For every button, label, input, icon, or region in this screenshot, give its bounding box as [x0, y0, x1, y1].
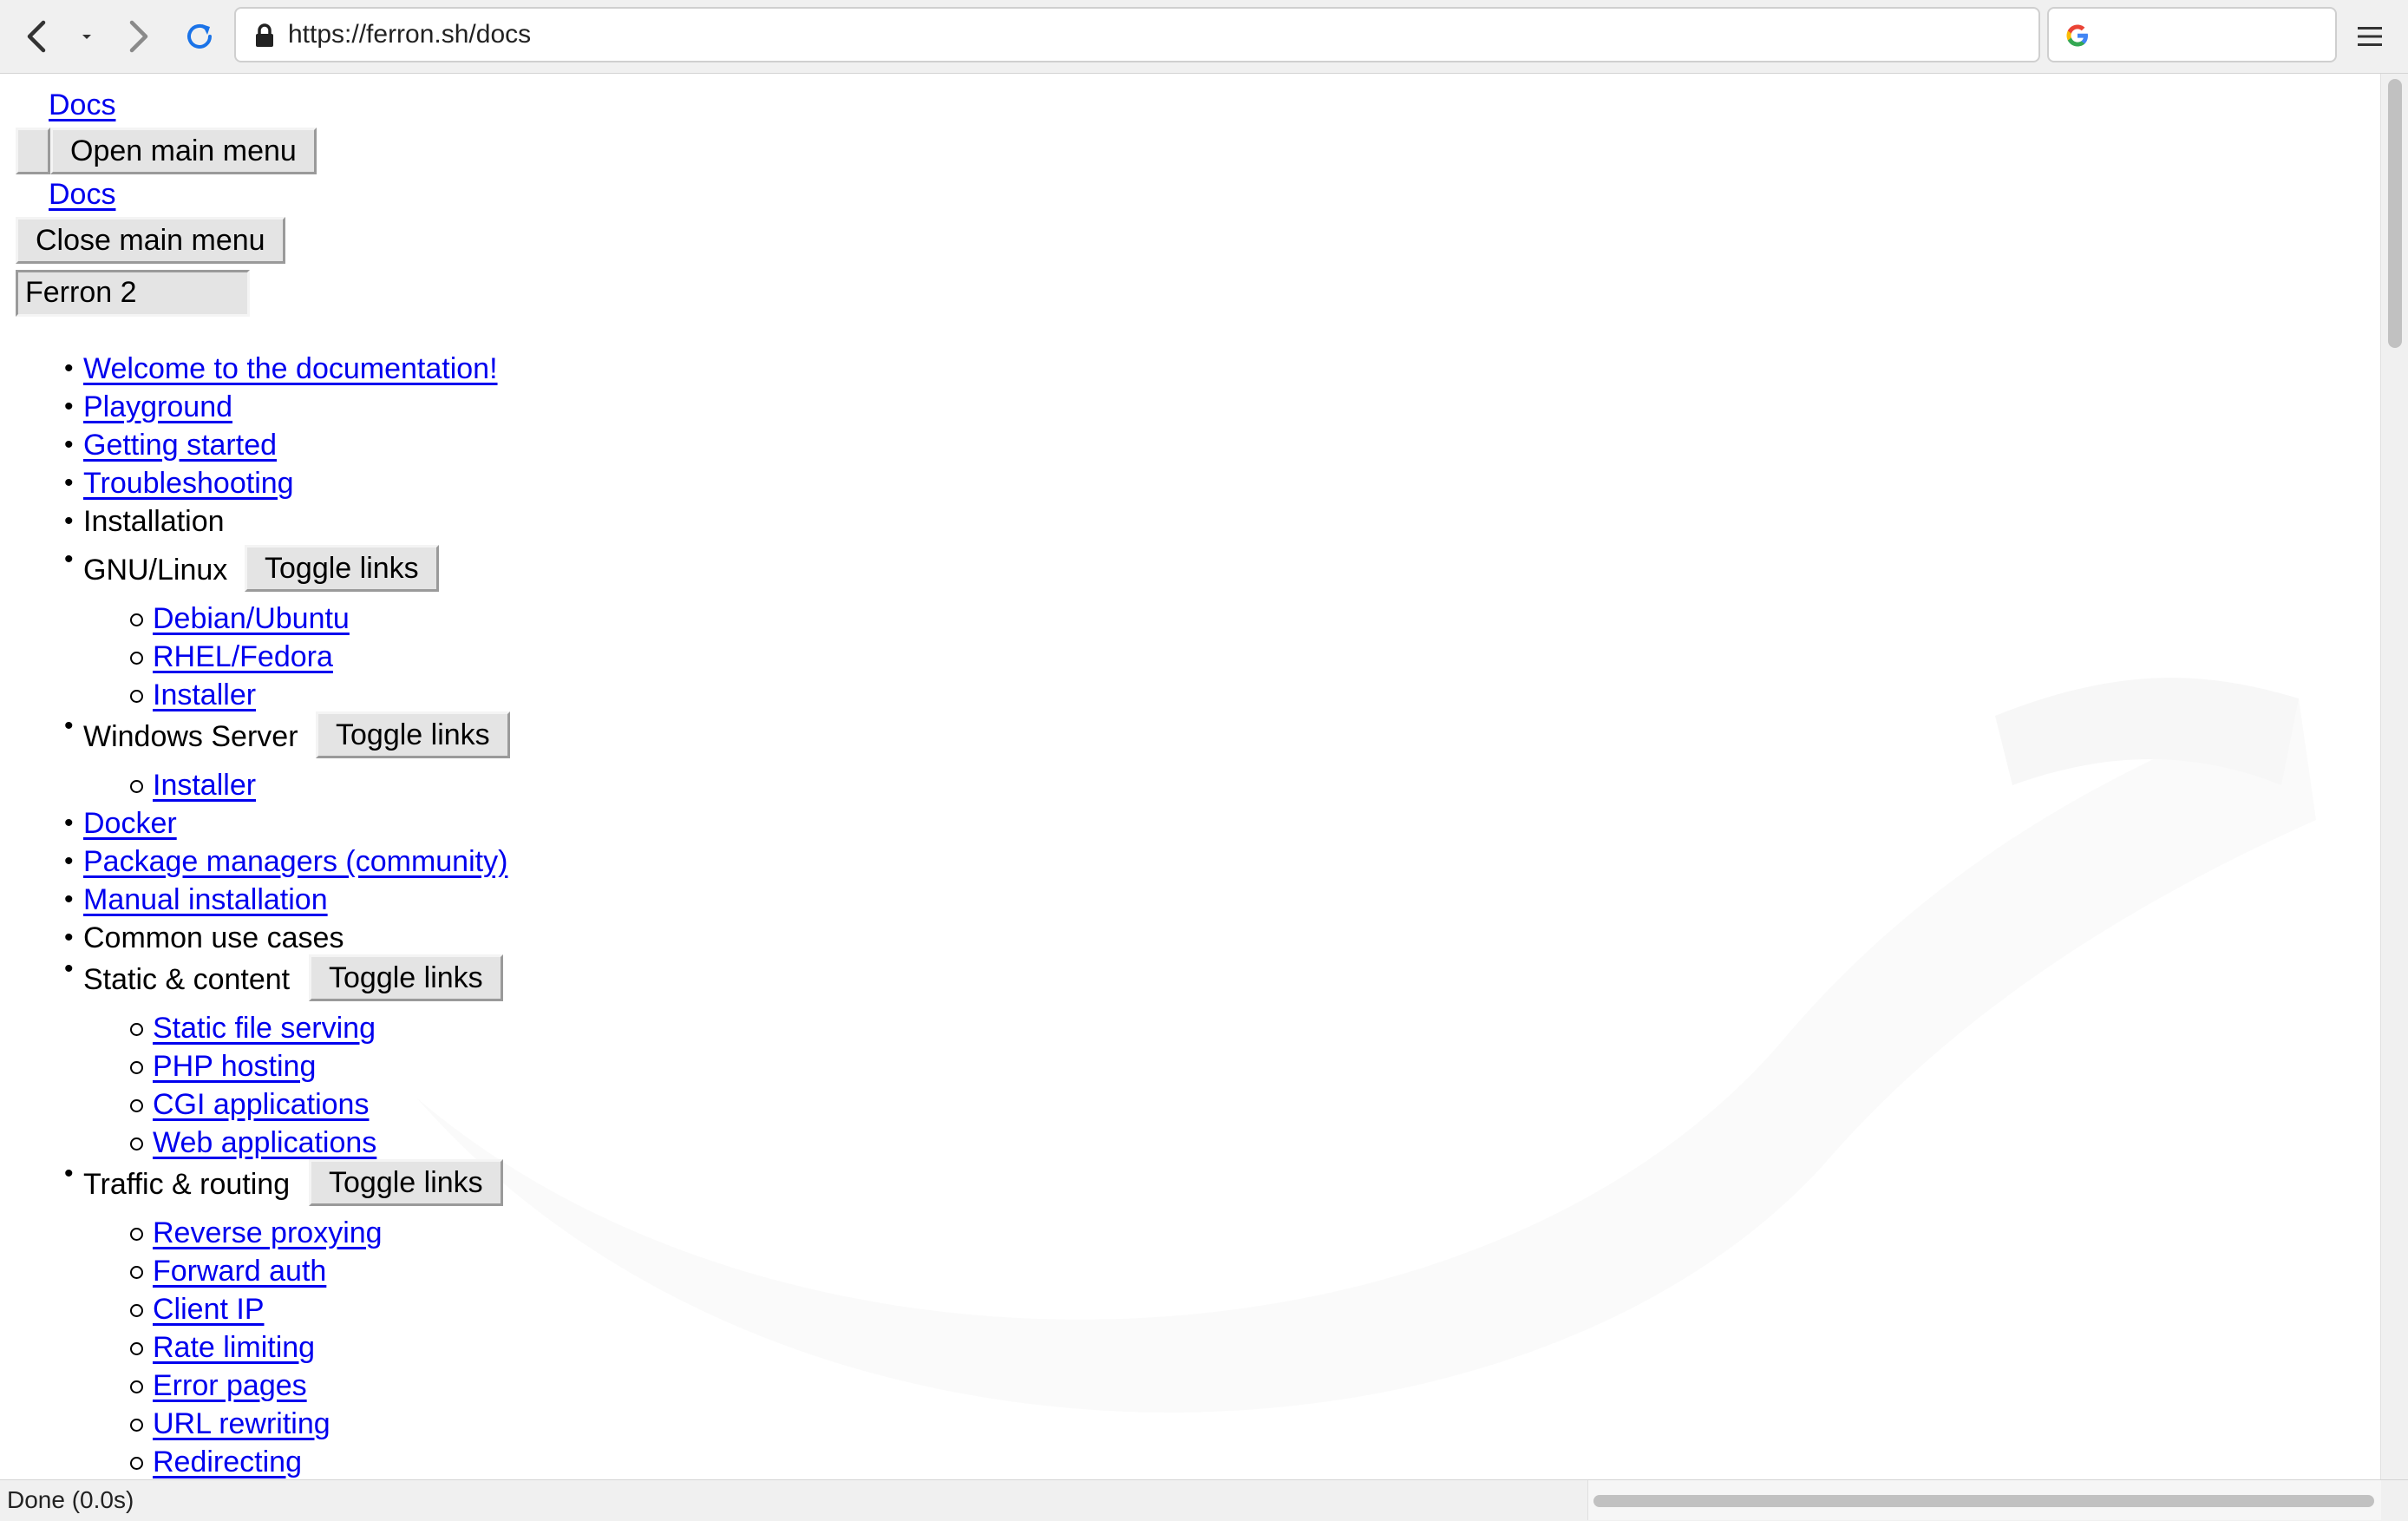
- forward-arrow-icon[interactable]: [109, 9, 165, 64]
- sublist-bullet: [130, 1061, 143, 1074]
- list-bullet: •: [64, 469, 74, 497]
- reload-icon[interactable]: [172, 9, 227, 64]
- section-heading-installation: Installation: [83, 505, 225, 538]
- horizontal-scrollbar-thumb[interactable]: [1593, 1495, 2374, 1507]
- status-text: Done (0.0s): [7, 1486, 134, 1513]
- nav-link-reverse-proxying[interactable]: Reverse proxying: [153, 1216, 383, 1250]
- vertical-scrollbar[interactable]: [2380, 74, 2408, 1479]
- version-select[interactable]: Ferron 2: [16, 270, 250, 317]
- nav-link-playground[interactable]: Playground: [83, 390, 232, 424]
- nav-link-cgi-applications[interactable]: CGI applications: [153, 1087, 369, 1122]
- group-label-windows-server: Windows Server: [83, 720, 298, 753]
- list-bullet: •: [64, 392, 74, 421]
- lock-icon: [253, 23, 276, 53]
- sublist-bullet: [130, 1023, 143, 1036]
- sublist-bullet: [130, 1380, 143, 1393]
- nav-link-getting-started[interactable]: Getting started: [83, 428, 277, 462]
- nav-link-error-pages[interactable]: Error pages: [153, 1368, 307, 1403]
- google-icon: [2064, 23, 2091, 53]
- back-arrow-icon[interactable]: [10, 9, 66, 64]
- nav-link-windows-installer[interactable]: Installer: [153, 768, 256, 803]
- nav-link-php-hosting[interactable]: PHP hosting: [153, 1049, 316, 1084]
- list-bullet: •: [64, 885, 74, 914]
- sublist-bullet: [130, 1342, 143, 1355]
- sublist-bullet: [130, 1228, 143, 1241]
- nav-link-troubleshooting[interactable]: Troubleshooting: [83, 466, 294, 501]
- list-bullet: •: [64, 923, 74, 952]
- toggle-links-traffic-button[interactable]: Toggle links: [309, 1159, 503, 1206]
- sublist-bullet: [130, 1419, 143, 1432]
- docs-logo-link-secondary[interactable]: Docs: [49, 177, 115, 212]
- toggle-links-gnu-linux-button[interactable]: Toggle links: [245, 545, 439, 592]
- background-logo-watermark: [416, 678, 2316, 1413]
- sublist-bullet: [130, 1137, 143, 1151]
- sublist-bullet: [130, 652, 143, 665]
- list-bullet: •: [64, 507, 74, 535]
- nav-link-package-managers[interactable]: Package managers (community): [83, 844, 507, 879]
- address-bar[interactable]: https://ferron.sh/docs: [234, 7, 2040, 62]
- section-heading-common-use-cases: Common use cases: [83, 921, 344, 954]
- group-label-static-content: Static & content: [83, 963, 291, 996]
- url-text: https://ferron.sh/docs: [288, 20, 532, 49]
- sublist-bullet: [130, 1099, 143, 1112]
- list-bullet: •: [64, 809, 74, 837]
- search-box[interactable]: [2047, 7, 2337, 62]
- sublist-bullet: [130, 613, 143, 626]
- list-bullet: •: [64, 1159, 74, 1188]
- list-bullet: •: [64, 430, 74, 459]
- vertical-scrollbar-thumb[interactable]: [2388, 79, 2402, 348]
- horizontal-scrollbar[interactable]: [1587, 1480, 2381, 1520]
- nav-link-static-file-serving[interactable]: Static file serving: [153, 1011, 376, 1046]
- nav-link-url-rewriting[interactable]: URL rewriting: [153, 1406, 330, 1441]
- nav-link-forward-auth[interactable]: Forward auth: [153, 1254, 326, 1288]
- nav-link-rate-limiting[interactable]: Rate limiting: [153, 1330, 315, 1365]
- sublist-bullet: [130, 780, 143, 793]
- nav-link-rhel-fedora[interactable]: RHEL/Fedora: [153, 639, 333, 674]
- sublist-bullet: [130, 1266, 143, 1279]
- nav-link-client-ip[interactable]: Client IP: [153, 1292, 265, 1327]
- nav-link-linux-installer[interactable]: Installer: [153, 678, 256, 712]
- history-dropdown-icon[interactable]: [61, 9, 113, 64]
- list-bullet: •: [64, 545, 74, 574]
- list-bullet: •: [64, 354, 74, 383]
- sublist-bullet: [130, 1457, 143, 1470]
- group-label-gnu-linux: GNU/Linux: [83, 554, 228, 587]
- page-viewport: Docs Open main menu Docs Close main menu…: [0, 74, 2380, 1479]
- hamburger-menu-icon[interactable]: [2342, 9, 2398, 64]
- nav-link-manual-installation[interactable]: Manual installation: [83, 882, 328, 917]
- toggle-links-windows-button[interactable]: Toggle links: [316, 711, 510, 758]
- toggle-links-static-button[interactable]: Toggle links: [309, 954, 503, 1001]
- nav-link-debian-ubuntu[interactable]: Debian/Ubuntu: [153, 601, 350, 636]
- nav-link-welcome[interactable]: Welcome to the documentation!: [83, 351, 498, 386]
- list-bullet: •: [64, 847, 74, 875]
- open-main-menu-button[interactable]: Open main menu: [50, 128, 317, 174]
- menu-icon-button[interactable]: [16, 128, 50, 174]
- list-bullet: •: [64, 954, 74, 983]
- list-bullet: •: [64, 711, 74, 740]
- nav-link-docker[interactable]: Docker: [83, 806, 177, 841]
- sublist-bullet: [130, 1304, 143, 1317]
- sublist-bullet: [130, 690, 143, 703]
- docs-logo-link[interactable]: Docs: [49, 88, 115, 122]
- close-main-menu-button[interactable]: Close main menu: [16, 217, 285, 264]
- group-label-traffic-routing: Traffic & routing: [83, 1168, 291, 1201]
- browser-toolbar: https://ferron.sh/docs: [0, 0, 2408, 74]
- nav-link-web-applications[interactable]: Web applications: [153, 1125, 376, 1160]
- nav-link-redirecting[interactable]: Redirecting: [153, 1445, 302, 1479]
